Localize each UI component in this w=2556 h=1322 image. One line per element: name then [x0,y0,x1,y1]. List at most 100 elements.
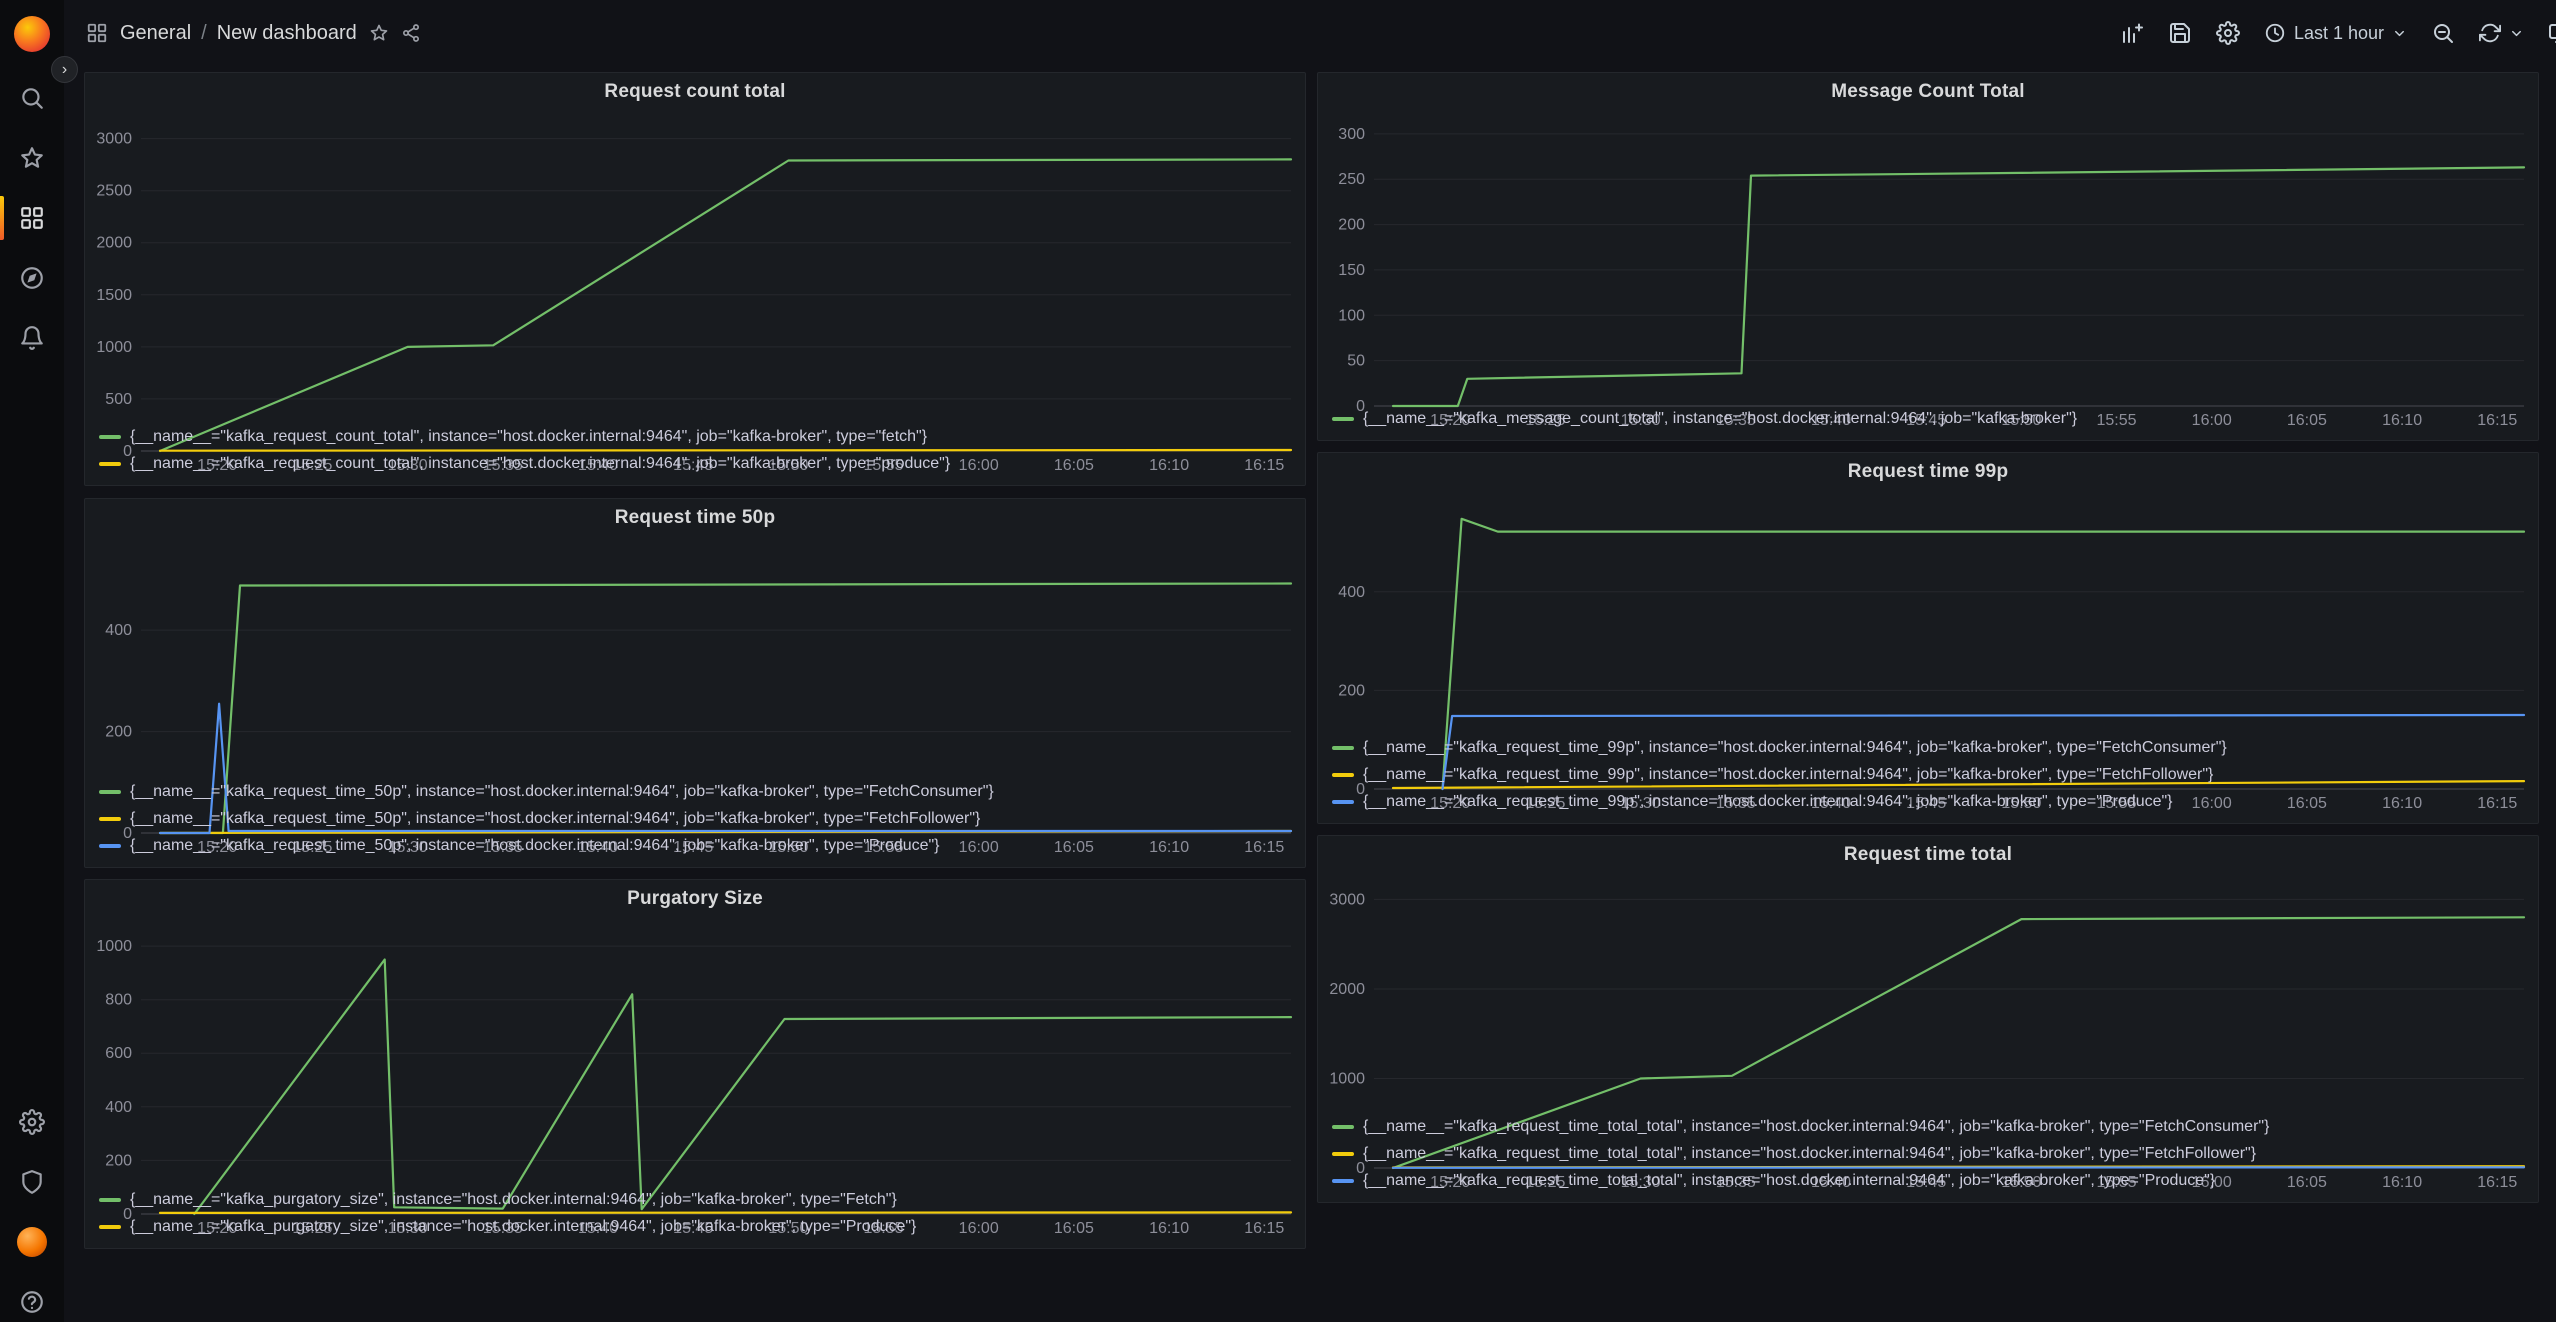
breadcrumb-section[interactable]: General [120,22,191,45]
dashboard-settings-button[interactable] [2210,15,2246,51]
legend-item[interactable]: {__name__="kafka_request_time_total_tota… [1332,1113,2528,1140]
legend-item[interactable]: {__name__="kafka_request_time_total_tota… [1332,1140,2528,1167]
grafana-logo[interactable] [14,16,50,52]
legend-item[interactable]: {__name__="kafka_request_time_99p", inst… [1332,788,2528,815]
legend-item[interactable]: {__name__="kafka_message_count_total", i… [1332,405,2528,432]
legend-swatch [99,1198,121,1202]
panel-legend: {__name__="kafka_message_count_total", i… [1318,405,2538,440]
svg-text:800: 800 [105,992,132,1009]
chart-plot-area[interactable]: 0200400600800100015:2015:2515:3015:3515:… [85,918,1305,1186]
zoom-out-button[interactable] [2425,15,2461,51]
sidebar [0,0,64,1322]
gear-icon [19,1109,45,1135]
legend-label: {__name__="kafka_request_time_99p", inst… [1363,793,2173,811]
panel-request-time-50p: Request time 50p 020040015:2015:2515:301… [84,498,1306,868]
svg-text:400: 400 [105,1099,132,1116]
svg-text:3000: 3000 [1329,891,1365,908]
svg-text:500: 500 [105,391,132,408]
svg-text:1000: 1000 [96,938,132,955]
sidebar-item-server-admin[interactable] [0,1152,64,1212]
sidebar-expand-button[interactable]: › [51,56,78,83]
sidebar-item-help[interactable] [0,1272,64,1322]
svg-text:200: 200 [1338,217,1365,234]
panel-legend: {__name__="kafka_request_count_total", i… [85,423,1305,485]
kiosk-mode-button[interactable] [2542,15,2556,51]
legend-item[interactable]: {__name__="kafka_request_count_total", i… [99,450,1295,477]
sidebar-item-alerting[interactable] [0,308,64,368]
legend-label: {__name__="kafka_purgatory_size", instan… [130,1191,897,1209]
save-icon [2168,21,2192,45]
time-range-picker[interactable]: Last 1 hour [2258,16,2413,50]
chart-plot-area[interactable]: 05001000150020002500300015:2015:2515:301… [85,111,1305,423]
panel-legend: {__name__="kafka_request_time_total_tota… [1318,1113,2538,1202]
svg-text:1500: 1500 [96,287,132,304]
legend-swatch [99,817,121,821]
panel-title[interactable]: Message Count Total [1318,73,2538,111]
refresh-button[interactable] [2473,16,2530,50]
svg-text:100: 100 [1338,307,1365,324]
panel-title[interactable]: Request time total [1318,836,2538,874]
panel-title[interactable]: Request count total [85,73,1305,111]
chart-plot-area[interactable]: 05010015020025030015:2015:2515:3015:3515… [1318,111,2538,405]
chart-plot-area[interactable]: 010002000300015:2015:2515:3015:3515:4015… [1318,874,2538,1113]
svg-text:300: 300 [1338,126,1365,143]
top-navigation: General / New dashboard Last 1 hour [64,0,2556,66]
add-panel-button[interactable] [2114,15,2150,51]
gear-icon [2216,21,2240,45]
legend-item[interactable]: {__name__="kafka_request_time_99p", inst… [1332,761,2528,788]
sidebar-item-starred[interactable] [0,128,64,188]
svg-text:200: 200 [1338,682,1365,699]
svg-text:3000: 3000 [96,131,132,148]
legend-item[interactable]: {__name__="kafka_request_count_total", i… [99,423,1295,450]
svg-text:600: 600 [105,1045,132,1062]
legend-item[interactable]: {__name__="kafka_purgatory_size", instan… [99,1213,1295,1240]
user-avatar [17,1227,47,1257]
bell-icon [19,325,45,351]
legend-label: {__name__="kafka_request_time_50p", inst… [130,810,980,828]
legend-item[interactable]: {__name__="kafka_purgatory_size", instan… [99,1186,1295,1213]
share-icon[interactable] [401,23,421,43]
search-icon [19,85,45,111]
legend-item[interactable]: {__name__="kafka_request_time_99p", inst… [1332,734,2528,761]
panel-title[interactable]: Purgatory Size [85,880,1305,918]
add-panel-icon [2120,21,2144,45]
panel-title[interactable]: Request time 50p [85,499,1305,537]
panel-request-count-total: Request count total 05001000150020002500… [84,72,1306,486]
legend-swatch [1332,800,1354,804]
legend-item[interactable]: {__name__="kafka_request_time_50p", inst… [99,832,1295,859]
svg-text:250: 250 [1338,171,1365,188]
panel-purgatory-size: Purgatory Size 0200400600800100015:2015:… [84,879,1306,1249]
panel-legend: {__name__="kafka_request_time_99p", inst… [1318,734,2538,823]
help-circle-icon [19,1289,45,1315]
legend-label: {__name__="kafka_purgatory_size", instan… [130,1218,916,1236]
sidebar-item-dashboards[interactable] [0,188,64,248]
compass-icon [19,265,45,291]
chart-plot-area[interactable]: 020040015:2015:2515:3015:3515:4015:4515:… [85,537,1305,778]
svg-text:150: 150 [1338,262,1365,279]
legend-label: {__name__="kafka_request_time_total_tota… [1363,1118,2269,1136]
chart-plot-area[interactable]: 020040015:2015:2515:3015:3515:4015:4515:… [1318,491,2538,734]
sidebar-item-configuration[interactable] [0,1092,64,1152]
panel-message-count-total: Message Count Total 05010015020025030015… [1317,72,2539,441]
legend-swatch [99,844,121,848]
svg-text:2000: 2000 [1329,981,1365,998]
caret-down-icon [2392,26,2407,41]
apps-icon [86,22,108,44]
legend-item[interactable]: {__name__="kafka_request_time_total_tota… [1332,1167,2528,1194]
sidebar-nav [0,68,64,368]
chart-canvas[interactable]: 05010015020025030015:2015:2515:3015:3515… [1318,111,2538,432]
legend-item[interactable]: {__name__="kafka_request_time_50p", inst… [99,805,1295,832]
legend-item[interactable]: {__name__="kafka_request_time_50p", inst… [99,778,1295,805]
dashboards-grid-icon [19,205,45,231]
save-dashboard-button[interactable] [2162,15,2198,51]
sidebar-item-explore[interactable] [0,248,64,308]
sidebar-item-profile[interactable] [0,1212,64,1272]
panel-title[interactable]: Request time 99p [1318,453,2538,491]
legend-label: {__name__="kafka_request_count_total", i… [130,455,950,473]
refresh-interval-caret-icon[interactable] [2509,26,2524,41]
legend-swatch [1332,417,1354,421]
refresh-icon [2479,22,2501,44]
legend-label: {__name__="kafka_request_time_total_tota… [1363,1172,2215,1190]
favorite-star-icon[interactable] [369,23,389,43]
time-range-label: Last 1 hour [2294,23,2384,44]
